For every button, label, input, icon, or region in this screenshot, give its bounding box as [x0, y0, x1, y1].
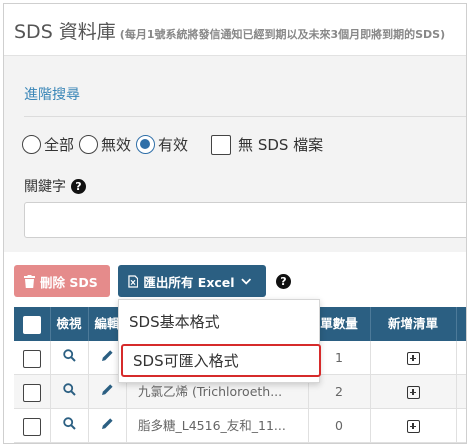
- row-select[interactable]: [14, 375, 50, 409]
- table-row: 脂多糖_L4516_友和_11... 0: [14, 409, 466, 443]
- row-checkbox[interactable]: [23, 349, 41, 368]
- view-button[interactable]: [50, 341, 88, 375]
- radio-all[interactable]: [22, 135, 41, 154]
- add-to-list-button[interactable]: [370, 409, 456, 443]
- plus-square-icon: [406, 386, 420, 399]
- pencil-icon: [101, 384, 113, 395]
- column-header-add-list: 新增清單: [387, 316, 438, 331]
- view-button[interactable]: [50, 409, 88, 443]
- header-select-all[interactable]: [14, 307, 50, 341]
- radio-invalid[interactable]: [79, 135, 99, 154]
- export-menu: SDS基本格式 SDS可匯入格式: [118, 299, 321, 383]
- no-sds-file-option[interactable]: 無 SDS 檔案: [211, 134, 323, 155]
- status-option-all[interactable]: 全部: [22, 134, 74, 155]
- pencil-icon: [101, 418, 113, 429]
- view-button[interactable]: [50, 375, 88, 409]
- keyword-label-row: 關鍵字 ?: [24, 176, 86, 196]
- row-select[interactable]: [14, 409, 50, 443]
- divider: [24, 116, 466, 117]
- plus-square-icon: [406, 420, 420, 433]
- advanced-search-toggle[interactable]: 進階搜尋: [24, 84, 80, 104]
- menu-item-sds-importable-format[interactable]: SDS可匯入格式: [121, 344, 321, 377]
- trash-icon: [24, 274, 35, 288]
- radio-valid[interactable]: [136, 135, 156, 154]
- page-title-text: SDS 資料庫: [14, 21, 116, 43]
- status-option-invalid[interactable]: 無效: [79, 134, 131, 155]
- search-panel: 進階搜尋 全部 無效 有效 無 SDS 檔案 關鍵字 ?: [4, 56, 466, 252]
- delete-sds-button[interactable]: 刪除 SDS: [14, 265, 110, 297]
- keyword-label: 關鍵字: [24, 179, 66, 195]
- export-excel-label: 匯出所有 Excel: [143, 274, 235, 290]
- help-icon[interactable]: ?: [276, 274, 291, 289]
- column-header-view: 檢視: [56, 316, 82, 331]
- no-sds-file-label: 無 SDS 檔案: [238, 136, 324, 154]
- row-select[interactable]: [14, 341, 50, 375]
- select-all-checkbox[interactable]: [23, 315, 41, 334]
- export-excel-button[interactable]: 匯出所有 Excel: [118, 265, 266, 297]
- status-option-valid[interactable]: 有效: [136, 134, 188, 155]
- status-option-label: 全部: [44, 136, 75, 154]
- chevron-down-icon: [240, 278, 251, 285]
- help-icon[interactable]: ?: [71, 178, 86, 194]
- status-option-label: 無效: [101, 136, 132, 154]
- row-checkbox[interactable]: [23, 383, 41, 402]
- chemical-name: 脂多糖_L4516_友和_11...: [138, 418, 286, 433]
- menu-item-sds-basic-format[interactable]: SDS基本格式: [119, 304, 319, 340]
- no-sds-file-checkbox[interactable]: [211, 134, 232, 155]
- search-icon: [62, 383, 76, 396]
- search-icon: [62, 417, 76, 430]
- status-option-label: 有效: [158, 136, 189, 154]
- delete-sds-label: 刪除 SDS: [40, 274, 98, 290]
- row-checkbox[interactable]: [23, 417, 41, 436]
- add-to-list-button[interactable]: [370, 341, 456, 375]
- pencil-icon: [101, 350, 113, 361]
- plus-square-icon: [406, 352, 420, 365]
- sds-database-page: SDS 資料庫 (每月1號系統將發信通知已經到期以及未來3個月即將到期的SDS) …: [3, 3, 467, 444]
- keyword-input[interactable]: [24, 202, 466, 238]
- search-icon: [62, 349, 76, 362]
- page-title: SDS 資料庫 (每月1號系統將發信通知已經到期以及未來3個月即將到期的SDS): [14, 17, 445, 44]
- page-subtitle: (每月1號系統將發信通知已經到期以及未來3個月即將到期的SDS): [119, 28, 446, 41]
- quantity-value: 0: [335, 418, 343, 433]
- status-filter: 全部 無效 有效 無 SDS 檔案: [22, 134, 328, 155]
- add-to-list-button[interactable]: [370, 375, 456, 409]
- page-header: SDS 資料庫 (每月1號系統將發信通知已經到期以及未來3個月即將到期的SDS): [4, 4, 466, 56]
- edit-button[interactable]: [88, 409, 126, 443]
- excel-file-icon: [128, 274, 139, 288]
